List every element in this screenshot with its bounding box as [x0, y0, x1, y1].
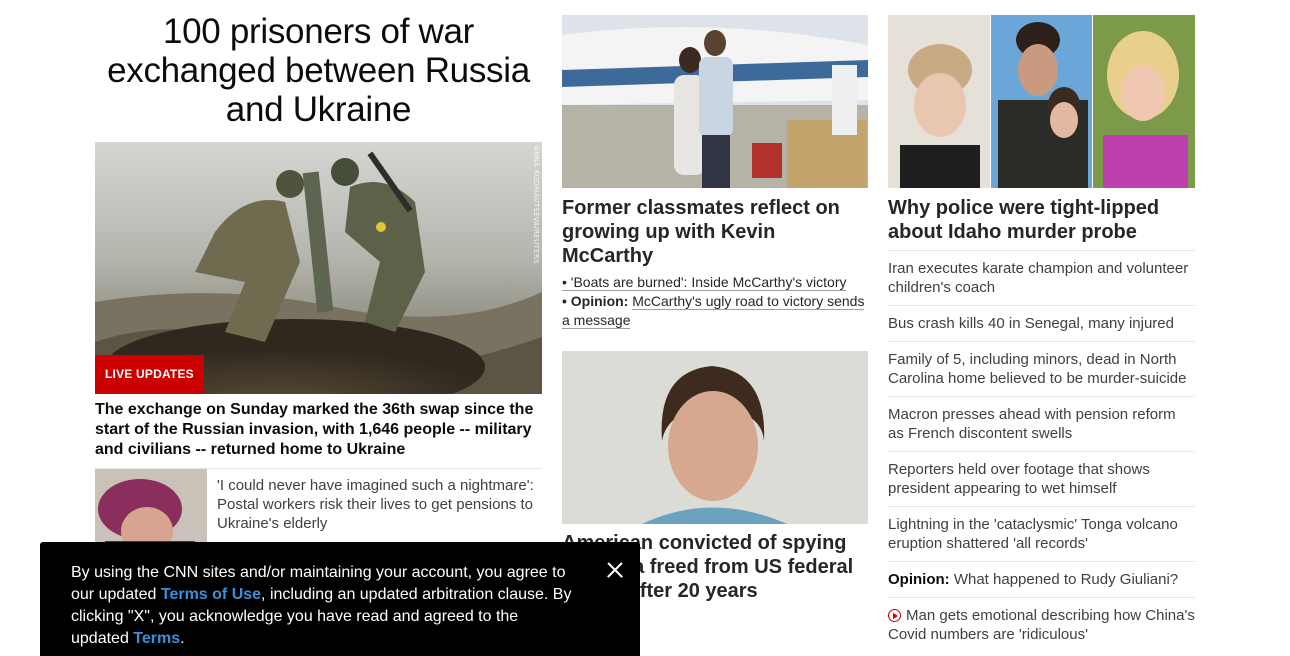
- headline-link[interactable]: Reporters held over footage that shows p…: [888, 461, 1150, 497]
- headline-link[interactable]: Macron presses ahead with pension reform…: [888, 406, 1176, 442]
- close-icon[interactable]: [603, 558, 627, 582]
- terms-banner-text: By using the CNN sites and/or maintainin…: [71, 562, 580, 650]
- headline-link[interactable]: Bus crash kills 40 in Senegal, many inju…: [888, 315, 1174, 332]
- list-item: Bus crash kills 40 in Senegal, many inju…: [888, 305, 1195, 341]
- list-item: Macron presses ahead with pension reform…: [888, 396, 1195, 451]
- lead-hero-image[interactable]: ANNA KUDRIAVTSEVA/REUTERS LIVE UPDATES: [95, 142, 542, 394]
- opinion-label: • Opinion:: [562, 293, 629, 309]
- list-item: Reporters held over footage that shows p…: [888, 451, 1195, 506]
- lead-headline: 100 prisoners of war exchanged between R…: [107, 12, 530, 129]
- idaho-story-image[interactable]: [888, 15, 1195, 188]
- headline-link[interactable]: Iran executes karate champion and volunt…: [888, 260, 1188, 296]
- lead-story: 100 prisoners of war exchanged between R…: [95, 12, 542, 559]
- opinion-label: Opinion:: [888, 571, 950, 588]
- list-item: • Opinion: McCarthy's ugly road to victo…: [562, 292, 868, 330]
- lead-headline-link[interactable]: 100 prisoners of war exchanged between R…: [95, 12, 542, 129]
- idaho-headline: Why police were tight-lipped about Idaho…: [888, 197, 1160, 243]
- play-icon: [888, 609, 901, 622]
- list-item: Man gets emotional describing how China'…: [888, 597, 1195, 652]
- mccarthy-related-list: • 'Boats are burned': Inside McCarthy's …: [562, 273, 868, 330]
- mccarthy-headline: Former classmates reflect on growing up …: [562, 197, 840, 267]
- photo-credit: ANNA KUDRIAVTSEVA/REUTERS: [532, 146, 540, 264]
- list-item: • 'Boats are burned': Inside McCarthy's …: [562, 273, 868, 292]
- headline-link[interactable]: Lightning in the 'cataclysmic' Tonga vol…: [888, 516, 1178, 552]
- live-updates-badge: LIVE UPDATES: [95, 355, 204, 394]
- related-story-link[interactable]: 'I could never have imagined such a nigh…: [217, 476, 542, 533]
- list-item: Lightning in the 'cataclysmic' Tonga vol…: [888, 506, 1195, 561]
- video-headline-link[interactable]: Man gets emotional describing how China'…: [888, 607, 1195, 643]
- mccarthy-story-image[interactable]: [562, 15, 868, 188]
- terms-link[interactable]: Terms: [133, 630, 180, 647]
- list-item: Opinion: What happened to Rudy Giuliani?: [888, 561, 1195, 597]
- headline-list: Iran executes karate champion and volunt…: [888, 250, 1195, 652]
- banner-text: .: [180, 630, 185, 647]
- list-item: Iran executes karate champion and volunt…: [888, 250, 1195, 305]
- terms-banner: By using the CNN sites and/or maintainin…: [40, 542, 640, 656]
- list-item: Family of 5, including minors, dead in N…: [888, 341, 1195, 396]
- idaho-students-photo: [888, 15, 1195, 188]
- headline-link[interactable]: What happened to Rudy Giuliani?: [954, 571, 1178, 588]
- lead-caption: The exchange on Sunday marked the 36th s…: [95, 401, 534, 458]
- terms-of-use-link[interactable]: Terms of Use: [161, 586, 261, 603]
- spy-story-image[interactable]: [562, 351, 868, 524]
- woman-portrait-photo: [562, 351, 868, 524]
- boats-burned-link[interactable]: • 'Boats are burned': Inside McCarthy's …: [562, 274, 847, 291]
- headline-link[interactable]: Family of 5, including minors, dead in N…: [888, 351, 1187, 387]
- air-force-one-photo: [562, 15, 868, 188]
